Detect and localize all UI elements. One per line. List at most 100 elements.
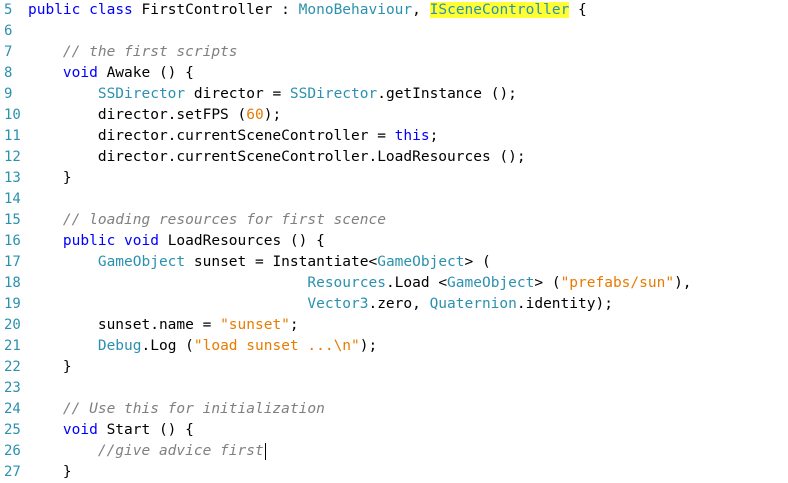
line-number: 10 xyxy=(4,107,21,123)
code-token: ); xyxy=(263,107,282,123)
code-token: Start () { xyxy=(97,422,194,438)
code-text: director.currentSceneController = this; xyxy=(28,126,438,147)
line-number: 9 xyxy=(4,86,13,102)
code-token: .zero, xyxy=(368,296,430,312)
line-number: 14 xyxy=(4,191,21,207)
code-line[interactable]: 5 public class FirstController : MonoBeha… xyxy=(0,0,788,21)
line-number: 23 xyxy=(4,380,21,396)
code-line[interactable]: 16 public void LoadResources () { xyxy=(0,231,788,252)
line-number: 7 xyxy=(4,44,13,60)
line-number: 16 xyxy=(4,233,21,249)
code-line[interactable]: 7 // the first scripts xyxy=(0,42,788,63)
line-number: 13 xyxy=(4,170,21,186)
code-token: Resources xyxy=(307,275,386,291)
code-line[interactable]: 25 void Start () { xyxy=(0,420,788,441)
code-token: GameObject xyxy=(97,254,186,270)
code-token: // the first scripts xyxy=(62,44,238,60)
code-text: Resources.Load <GameObject> ("prefabs/su… xyxy=(28,273,692,294)
line-number: 6 xyxy=(4,23,13,39)
code-token: } xyxy=(28,359,72,375)
code-text: director.setFPS (60); xyxy=(28,105,281,126)
code-token: director.currentSceneController = xyxy=(28,128,395,144)
line-number: 20 xyxy=(4,317,21,333)
code-token: LoadResources () { xyxy=(158,233,325,249)
code-token: "sunset" xyxy=(220,317,290,333)
line-number: 27 xyxy=(4,464,21,480)
line-number: 19 xyxy=(4,296,21,312)
code-line[interactable]: 8 void Awake () { xyxy=(0,63,788,84)
code-token: FirstController : xyxy=(132,2,299,18)
code-line[interactable]: 23 xyxy=(0,378,788,399)
code-line[interactable]: 26 //give advice first xyxy=(0,441,788,462)
code-text: } xyxy=(28,462,72,483)
code-token: void xyxy=(124,233,159,249)
code-token: SSDirector xyxy=(97,86,186,102)
code-token: } xyxy=(28,464,72,480)
code-token: .getInstance (); xyxy=(377,86,517,102)
code-token: SSDirector xyxy=(289,86,378,102)
line-number: 15 xyxy=(4,212,21,228)
code-line[interactable]: 24 // Use this for initialization xyxy=(0,399,788,420)
code-token: Vector3 xyxy=(307,296,369,312)
line-number: 11 xyxy=(4,128,21,144)
line-number: 22 xyxy=(4,359,21,375)
highlighted-token: ISceneController xyxy=(429,2,570,18)
code-line[interactable]: 9 SSDirector director = SSDirector.getIn… xyxy=(0,84,788,105)
code-token: { xyxy=(569,2,587,18)
line-number: 24 xyxy=(4,401,21,417)
code-line[interactable]: 18 Resources.Load <GameObject> ("prefabs… xyxy=(0,273,788,294)
code-text: } xyxy=(28,168,72,189)
code-line[interactable]: 6 xyxy=(0,21,788,42)
code-token: > ( xyxy=(534,275,561,291)
code-line[interactable]: 20 sunset.name = "sunset"; xyxy=(0,315,788,336)
code-line[interactable]: 22 } xyxy=(0,357,788,378)
code-text: //give advice first xyxy=(28,441,266,462)
code-text: sunset.name = "sunset"; xyxy=(28,315,299,336)
code-line[interactable]: 21 Debug.Log ("load sunset ...\n"); xyxy=(0,336,788,357)
code-token: Quaternion xyxy=(429,296,517,312)
code-line[interactable]: 17 GameObject sunset = Instantiate<GameO… xyxy=(0,252,788,273)
code-line[interactable]: 27 } xyxy=(0,462,788,483)
code-token: 60 xyxy=(246,107,264,123)
code-text: Debug.Log ("load sunset ...\n"); xyxy=(28,336,377,357)
code-token: ; xyxy=(429,128,439,144)
code-token: .identity); xyxy=(516,296,613,312)
code-text: // loading resources for first scence xyxy=(28,210,386,231)
code-token: ); xyxy=(359,338,378,354)
code-token: public xyxy=(28,2,81,18)
line-number: 25 xyxy=(4,422,21,438)
code-token: void xyxy=(62,65,98,81)
code-line[interactable]: 15 // loading resources for first scence xyxy=(0,210,788,231)
code-token: "load sunset ...\n" xyxy=(193,338,360,354)
line-number: 12 xyxy=(4,149,21,165)
line-number: 21 xyxy=(4,338,21,354)
code-token: public xyxy=(62,233,116,249)
code-token: sunset.name = xyxy=(28,317,221,333)
code-text: void Awake () { xyxy=(28,63,194,84)
code-line[interactable]: 19 Vector3.zero, Quaternion.identity); xyxy=(0,294,788,315)
code-line[interactable]: 14 xyxy=(0,189,788,210)
code-token: // Use this for initialization xyxy=(62,401,325,417)
code-line[interactable]: 10 director.setFPS (60); xyxy=(0,105,788,126)
code-text: // the first scripts xyxy=(28,42,238,63)
code-line[interactable]: 11 director.currentSceneController = thi… xyxy=(0,126,788,147)
code-text: // Use this for initialization xyxy=(28,399,325,420)
line-number: 17 xyxy=(4,254,21,270)
code-token: MonoBehaviour xyxy=(298,2,413,18)
code-text: director.currentSceneController.LoadReso… xyxy=(28,147,526,168)
line-number: 26 xyxy=(4,443,21,459)
code-text: void Start () { xyxy=(28,420,194,441)
code-editor[interactable]: 5 public class FirstController : MonoBeha… xyxy=(0,0,788,480)
code-token: //give advice first xyxy=(97,443,264,459)
code-line[interactable]: 12 director.currentSceneController.LoadR… xyxy=(0,147,788,168)
code-token: ), xyxy=(674,275,692,291)
code-line[interactable]: 13 } xyxy=(0,168,788,189)
